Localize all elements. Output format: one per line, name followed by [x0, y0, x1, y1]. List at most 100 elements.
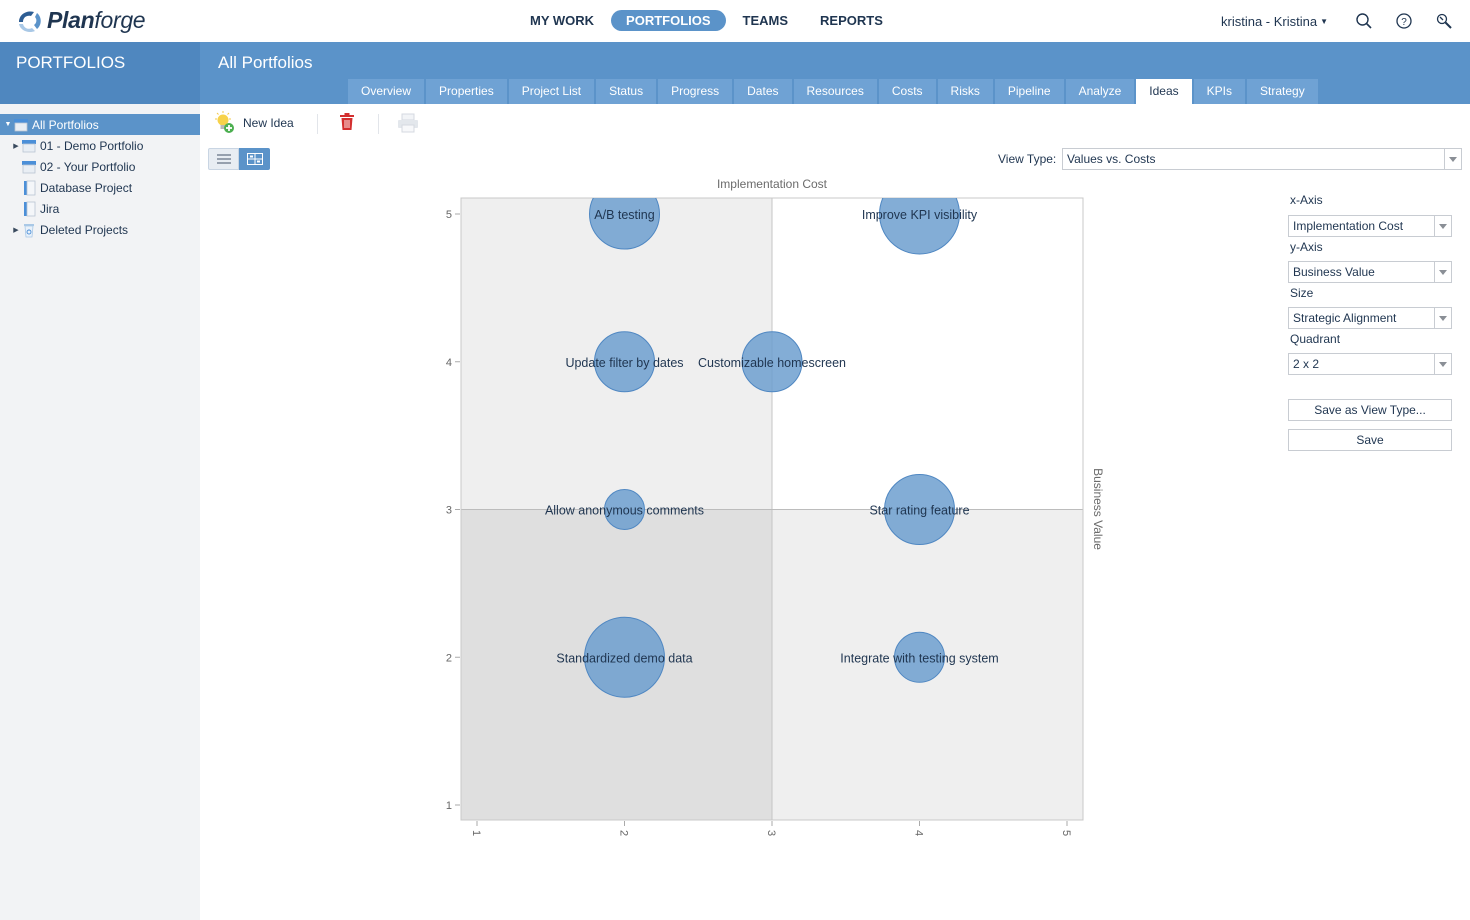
tree-item-label: 01 - Demo Portfolio — [40, 138, 144, 153]
new-idea-button[interactable]: New Idea — [213, 111, 294, 135]
tree-item-label: 02 - Your Portfolio — [40, 159, 136, 174]
tree-item-label: Jira — [40, 201, 60, 216]
idea-bubble[interactable] — [594, 331, 655, 393]
dropdown-arrow-icon[interactable] — [1434, 308, 1451, 328]
app-name-rest: forge — [94, 7, 146, 33]
trash-icon — [340, 113, 354, 130]
tab-dates[interactable]: Dates — [734, 79, 792, 104]
tree-item-demo-portfolio[interactable]: ▶ 01 - Demo Portfolio — [0, 135, 200, 156]
header-band: PORTFOLIOS All Portfolios Overview Prope… — [0, 42, 1470, 104]
expanded-arrow-icon[interactable]: ▼ — [3, 121, 13, 128]
list-icon — [216, 154, 231, 164]
plot-frame — [460, 197, 1084, 821]
tree-item-database-project[interactable]: Database Project — [0, 177, 200, 198]
view-type-select[interactable]: Values vs. Costs — [1062, 148, 1462, 170]
svg-text:?: ? — [1401, 17, 1407, 28]
portfolio-icon — [22, 139, 36, 152]
y-tick-label: 4 — [446, 357, 452, 369]
top-bar: Planforge MY WORK PORTFOLIOS TEAMS REPOR… — [0, 0, 1470, 42]
y-axis-title: Business Value — [1091, 468, 1105, 550]
x-tick-label: 4 — [913, 830, 925, 836]
chart-view-button[interactable] — [239, 148, 270, 170]
printer-icon — [398, 113, 418, 133]
toolbar-divider — [378, 114, 379, 134]
quadrant-value: 2 x 2 — [1293, 357, 1320, 371]
y-axis-value: Business Value — [1293, 265, 1375, 279]
dropdown-arrow-icon[interactable] — [1444, 149, 1461, 169]
tab-risks[interactable]: Risks — [937, 79, 993, 104]
tab-progress[interactable]: Progress — [658, 79, 733, 104]
page-title: All Portfolios — [218, 53, 313, 72]
planforge-logo[interactable]: Planforge — [15, 7, 146, 34]
y-axis-select[interactable]: Business Value — [1288, 261, 1452, 283]
idea-bubble[interactable] — [589, 179, 660, 250]
x-axis-title: Implementation Cost — [717, 177, 828, 191]
y-tick-label: 2 — [446, 652, 452, 664]
main-nav: MY WORK PORTFOLIOS TEAMS REPORTS — [515, 10, 900, 31]
tree-item-jira[interactable]: Jira — [0, 198, 200, 219]
y-axis-label: y-Axis — [1290, 240, 1323, 254]
size-value: Strategic Alignment — [1293, 311, 1397, 325]
search-icon[interactable] — [1354, 11, 1374, 31]
tree-item-all-portfolios[interactable]: ▼ All Portfolios — [0, 114, 200, 135]
collapsed-arrow-icon[interactable]: ▶ — [11, 226, 21, 234]
tab-resources[interactable]: Resources — [793, 79, 877, 104]
tree-item-deleted-projects[interactable]: ▶ Deleted Projects — [0, 219, 200, 240]
x-tick-label: 2 — [618, 830, 630, 836]
nav-teams[interactable]: TEAMS — [728, 10, 804, 31]
dropdown-arrow-icon[interactable] — [1434, 262, 1451, 282]
delete-button[interactable] — [339, 113, 355, 131]
tab-costs[interactable]: Costs — [878, 79, 936, 104]
nav-reports[interactable]: REPORTS — [805, 10, 898, 31]
idea-bubble[interactable] — [884, 474, 955, 545]
quadrant-select[interactable]: 2 x 2 — [1288, 353, 1452, 375]
dropdown-arrow-icon[interactable] — [1434, 216, 1451, 236]
collapsed-arrow-icon[interactable]: ▶ — [11, 142, 21, 150]
idea-bubble[interactable] — [894, 631, 945, 683]
sidebar: ▼ All Portfolios ▶ 01 - Demo Portfolio 0… — [0, 104, 200, 920]
app-name-bold: Plan — [47, 7, 95, 33]
tab-bar: Overview Properties Project List Status … — [348, 79, 1320, 104]
tab-status[interactable]: Status — [596, 79, 657, 104]
logo-icon — [19, 10, 41, 32]
help-icon[interactable]: ? — [1394, 11, 1414, 31]
idea-bubble[interactable] — [741, 331, 803, 393]
user-menu[interactable]: kristina - Kristina ▼ — [1221, 14, 1328, 29]
toolbar: New Idea — [200, 104, 1470, 140]
size-select[interactable]: Strategic Alignment — [1288, 307, 1452, 329]
user-name: kristina - Kristina — [1221, 13, 1318, 29]
tree-item-your-portfolio[interactable]: 02 - Your Portfolio — [0, 156, 200, 177]
print-button[interactable] — [397, 113, 419, 133]
app-name: Planforge — [47, 7, 146, 34]
idea-bubble[interactable] — [584, 616, 665, 698]
x-axis-select[interactable]: Implementation Cost — [1288, 215, 1452, 237]
x-tick-label: 5 — [1060, 830, 1072, 836]
save-as-view-type-button[interactable]: Save as View Type... — [1288, 399, 1452, 421]
dropdown-arrow-icon[interactable] — [1434, 354, 1451, 374]
tab-kpis[interactable]: KPIs — [1193, 79, 1245, 104]
tab-pipeline[interactable]: Pipeline — [994, 79, 1064, 104]
nav-portfolios[interactable]: PORTFOLIOS — [611, 10, 726, 31]
tab-analyze[interactable]: Analyze — [1065, 79, 1135, 104]
idea-bubble[interactable] — [879, 174, 960, 255]
tab-ideas[interactable]: Ideas — [1136, 79, 1192, 104]
portfolio-icon — [14, 118, 28, 131]
section-header: PORTFOLIOS — [0, 42, 200, 104]
list-view-button[interactable] — [208, 148, 239, 170]
tab-overview[interactable]: Overview — [348, 79, 425, 104]
caret-down-icon: ▼ — [1320, 16, 1328, 26]
size-label: Size — [1290, 286, 1314, 300]
tab-project-list[interactable]: Project List — [508, 79, 595, 104]
nav-my-work[interactable]: MY WORK — [515, 10, 609, 31]
save-button[interactable]: Save — [1288, 429, 1452, 451]
trash-bin-icon — [24, 223, 34, 237]
wrench-search-icon[interactable] — [1434, 11, 1454, 31]
y-tick-label: 1 — [446, 800, 452, 812]
view-toggle — [208, 148, 270, 170]
x-tick-label: 1 — [470, 830, 482, 836]
tab-strategy[interactable]: Strategy — [1247, 79, 1318, 104]
tab-properties[interactable]: Properties — [426, 79, 507, 104]
tree-item-label: Deleted Projects — [40, 222, 129, 237]
idea-bubble[interactable] — [604, 489, 645, 530]
y-tick-label: 5 — [446, 209, 452, 221]
